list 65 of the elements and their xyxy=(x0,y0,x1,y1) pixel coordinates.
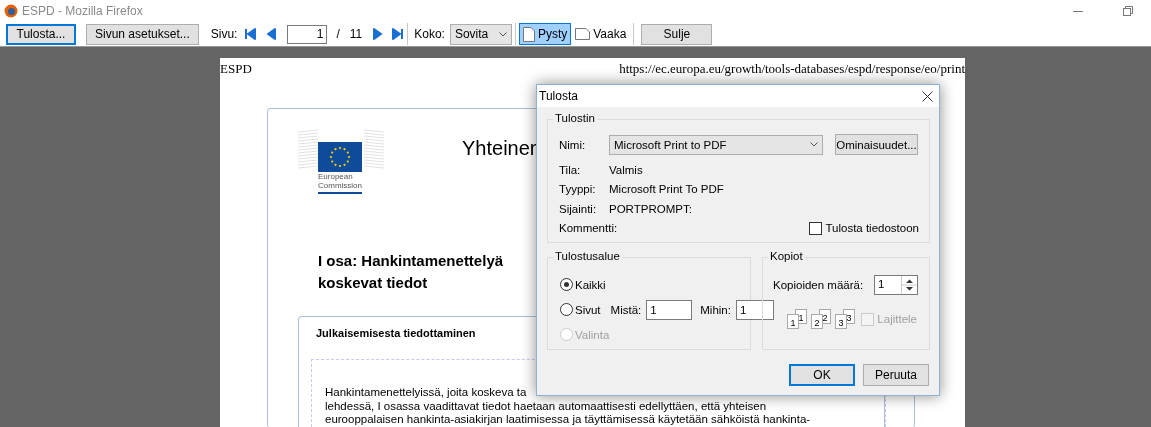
checkbox[interactable] xyxy=(809,221,823,235)
minimize-icon xyxy=(1073,10,1083,12)
radio-button[interactable] xyxy=(560,303,573,316)
radio-button[interactable] xyxy=(560,278,573,291)
print-button[interactable]: Tulosta... xyxy=(6,23,76,45)
section-title: Julkaisemisesta tiedottaminen xyxy=(316,327,476,339)
page-number-field[interactable]: 1 xyxy=(287,24,328,44)
group-legend: Kopiot xyxy=(768,250,805,262)
previous-page-icon[interactable] xyxy=(265,28,278,40)
field-label: Nimi: xyxy=(559,137,587,152)
field-label: Mihin: xyxy=(700,303,731,316)
dialog-button[interactable]: OK xyxy=(789,364,855,386)
copies-spinner[interactable]: 1 xyxy=(874,275,918,295)
checkbox-label: Tulosta tiedostoon xyxy=(825,222,919,235)
logo-text: European Commission xyxy=(318,172,363,190)
field-label: Kopioiden määrä: xyxy=(773,279,864,291)
printer-select[interactable]: Microsoft Print to PDF xyxy=(609,134,823,155)
radio-label: Sivut xyxy=(575,303,601,316)
paragraph-line: Hankintamenettelyissä, joita koskeva ta xyxy=(325,386,527,400)
info-label: Tyyppi: xyxy=(559,182,597,197)
to-page-field[interactable]: 1 xyxy=(735,299,774,320)
info-label: Sijainti: xyxy=(559,201,598,216)
close-button[interactable]: Sulje xyxy=(641,23,713,45)
dialog-button[interactable]: Peruuta xyxy=(863,364,929,386)
orientation-button[interactable]: Pysty xyxy=(518,23,572,45)
section-heading: koskevat tiedot xyxy=(318,273,428,293)
from-page-field[interactable]: 1 xyxy=(646,299,693,320)
first-page-icon[interactable] xyxy=(245,28,258,40)
scale-label: Koko: xyxy=(414,27,445,41)
page-label: Sivu: xyxy=(210,27,238,41)
page-setup-button[interactable]: Sivun asetukset... xyxy=(86,23,199,45)
chevron-down-icon xyxy=(810,142,818,147)
last-page-icon[interactable] xyxy=(392,28,405,40)
section-heading: I osa: Hankintamenettelyä xyxy=(318,251,504,271)
page-separator: / xyxy=(336,27,340,41)
page-count: 11 xyxy=(349,27,363,41)
info-label: Tila: xyxy=(559,162,582,177)
page-header-title: ESPD xyxy=(220,61,252,77)
checkbox-label: Lajittele xyxy=(877,313,917,325)
spinner-arrows-icon xyxy=(901,276,917,294)
info-value: PORTPROMPT: xyxy=(609,202,692,215)
info-value: Microsoft Print To PDF xyxy=(609,183,724,196)
next-page-icon[interactable] xyxy=(372,28,385,40)
portrait-page-icon xyxy=(522,26,535,42)
close-icon[interactable] xyxy=(922,90,933,102)
orientation-button[interactable]: Vaaka xyxy=(571,23,631,45)
properties-button[interactable]: Ominaisuudet... xyxy=(835,134,918,155)
info-label: Kommentti: xyxy=(559,221,618,236)
document-title: Yhteiner xyxy=(462,136,537,160)
restore-icon xyxy=(1123,6,1133,16)
chevron-down-icon xyxy=(498,31,507,37)
scale-select[interactable]: Sovita xyxy=(449,23,512,45)
paragraph-line: lehdessä, I osassa vaadittavat tiedot haetaan automaattisesti edellyttäen, että yhteisen xyxy=(325,399,767,413)
group-legend: Tulostusalue xyxy=(553,250,622,262)
group-legend: Tulostin xyxy=(553,112,597,124)
paragraph-line: eurooppalaisen hankinta-asiakirjan laatimisessa ja täyttämisessä käytetään sähköistä hankinta- xyxy=(325,413,811,427)
landscape-page-icon xyxy=(575,28,591,40)
info-value: Valmis xyxy=(609,163,643,176)
dialog-title: Tulosta xyxy=(539,89,578,103)
firefox-logo-icon xyxy=(4,4,18,18)
page-header-url: https://ec.europa.eu/growth/tools-databases/espd/response/eo/print xyxy=(619,61,965,77)
radio-label: Kaikki xyxy=(575,278,606,291)
field-label: Mistä: xyxy=(610,303,642,316)
window-title: ESPD - Mozilla Firefox xyxy=(22,4,143,18)
radio-label: Valinta xyxy=(575,328,610,341)
